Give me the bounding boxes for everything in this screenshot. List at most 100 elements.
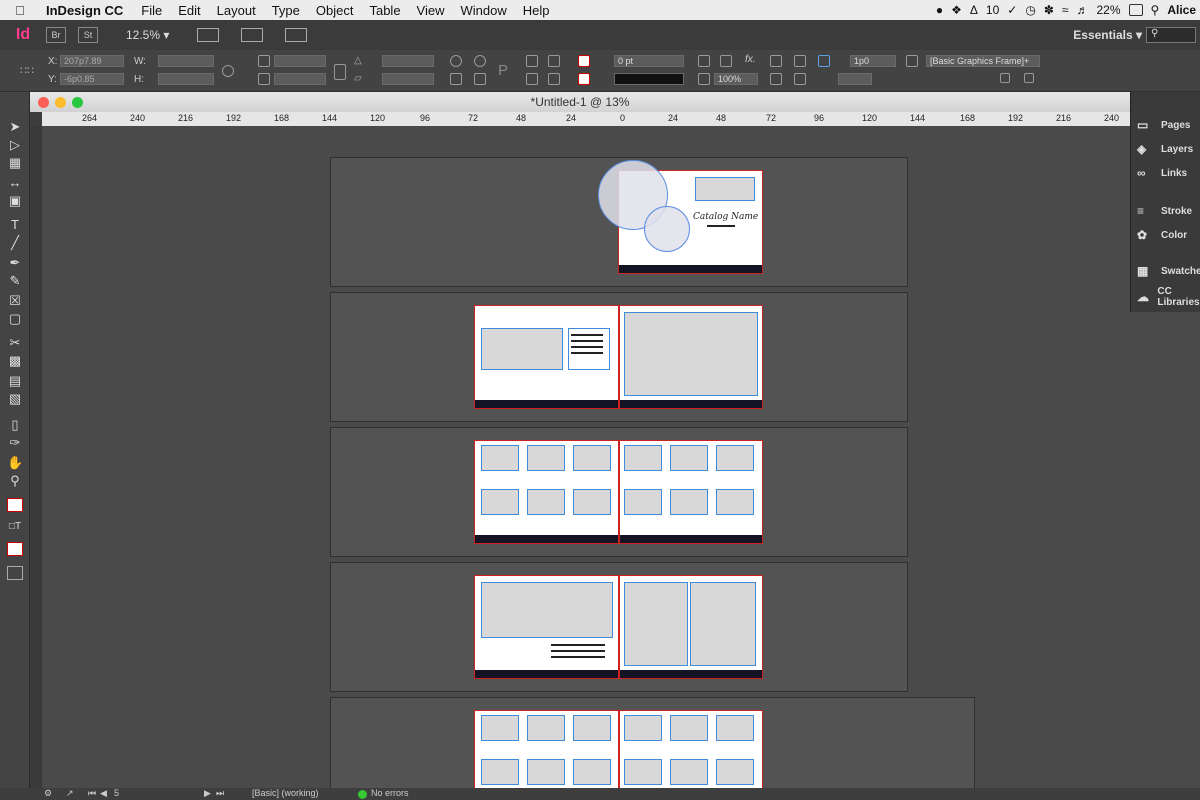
object-style-icon[interactable]: [906, 55, 918, 67]
select-next-icon[interactable]: [548, 73, 560, 85]
vertical-ruler[interactable]: [30, 126, 42, 792]
scale-x-icon[interactable]: [258, 55, 270, 67]
page-9[interactable]: [619, 710, 763, 792]
image-frame[interactable]: [481, 759, 519, 785]
menu-object[interactable]: Object: [308, 3, 362, 18]
select-container-icon[interactable]: [526, 55, 538, 67]
pen-tool-icon[interactable]: ✒: [7, 256, 23, 270]
page-7[interactable]: [619, 575, 763, 679]
time-machine-icon[interactable]: ◷: [1025, 3, 1035, 17]
rotation-icon[interactable]: △: [354, 55, 366, 67]
image-frame[interactable]: [716, 715, 754, 741]
scale-y-icon[interactable]: [258, 73, 270, 85]
rectangle-tool-icon[interactable]: ▢: [7, 312, 23, 326]
evernote-icon[interactable]: ●: [936, 3, 943, 17]
page-options-icon[interactable]: ⚙: [44, 788, 52, 799]
height-field[interactable]: [158, 73, 214, 85]
image-frame[interactable]: [481, 328, 563, 370]
page-4[interactable]: [474, 440, 619, 544]
shear-field[interactable]: [382, 73, 434, 85]
spotlight-icon[interactable]: ⚲: [1151, 3, 1160, 17]
bridge-button[interactable]: Br: [46, 27, 66, 43]
app-menu[interactable]: InDesign CC: [40, 3, 133, 18]
apply-none-icon[interactable]: [7, 542, 23, 556]
image-frame[interactable]: [690, 582, 756, 666]
previous-page-icon[interactable]: ◀: [100, 788, 107, 799]
image-frame[interactable]: [573, 715, 611, 741]
stroke-weight-field[interactable]: 0 pt: [614, 55, 684, 67]
check-icon[interactable]: ✓: [1007, 3, 1017, 17]
text-wrap-object-icon[interactable]: [770, 73, 782, 85]
line-tool-icon[interactable]: ╱: [7, 236, 23, 250]
text-wrap-box-icon[interactable]: [794, 55, 806, 67]
preflight-errors[interactable]: No errors: [371, 788, 409, 798]
corner-shape-dropdown[interactable]: [838, 73, 872, 85]
panel-stroke[interactable]: ≡ Stroke: [1137, 202, 1192, 220]
gap-tool-icon[interactable]: ↔: [7, 176, 23, 190]
constrain-scale-icon[interactable]: [334, 64, 346, 80]
image-frame[interactable]: [716, 759, 754, 785]
image-frame[interactable]: [624, 445, 662, 471]
image-frame[interactable]: [670, 489, 708, 515]
selection-tool-icon[interactable]: ➤: [7, 120, 23, 134]
formatting-affects-text-icon[interactable]: □T: [7, 520, 23, 534]
workspace-switcher[interactable]: Essentials ▾: [1073, 28, 1142, 42]
page-5[interactable]: [619, 440, 763, 544]
catalog-name-text[interactable]: Catalog Name: [693, 212, 758, 222]
image-frame[interactable]: [573, 489, 611, 515]
image-frame[interactable]: [573, 445, 611, 471]
wifi-icon[interactable]: ≈: [1062, 3, 1069, 17]
flip-p-icon[interactable]: P: [498, 62, 508, 79]
stock-button[interactable]: St: [78, 27, 98, 43]
minimize-window-button[interactable]: [55, 97, 66, 108]
image-frame[interactable]: [527, 759, 565, 785]
object-style-dropdown[interactable]: [Basic Graphics Frame]+: [926, 55, 1040, 67]
pasteboard[interactable]: Catalog Name: [42, 126, 1130, 792]
image-frame[interactable]: [695, 177, 755, 201]
opacity-icon[interactable]: [698, 73, 710, 85]
frame-fitting-icon[interactable]: [818, 55, 830, 67]
menu-file[interactable]: File: [133, 3, 170, 18]
circle-image-frame-small[interactable]: [644, 206, 690, 252]
zoom-tool-icon[interactable]: ⚲: [7, 474, 23, 488]
menu-layout[interactable]: Layout: [209, 3, 264, 18]
first-page-icon[interactable]: ⏮: [88, 788, 96, 799]
content-collector-icon[interactable]: ▣: [7, 194, 23, 208]
panel-layers[interactable]: ◈ Layers: [1137, 140, 1193, 158]
text-wrap-none-icon[interactable]: [770, 55, 782, 67]
image-frame[interactable]: [624, 715, 662, 741]
apply-style-icon[interactable]: [1000, 73, 1010, 83]
menu-help[interactable]: Help: [515, 3, 558, 18]
drop-shadow-icon[interactable]: [720, 55, 732, 67]
rotate-cw-icon[interactable]: [450, 55, 462, 67]
apple-icon[interactable]: : [0, 3, 40, 18]
image-frame[interactable]: [527, 489, 565, 515]
open-page-icon[interactable]: ↗: [66, 788, 74, 799]
constrain-proportions-icon[interactable]: [222, 65, 234, 77]
menu-type[interactable]: Type: [264, 3, 308, 18]
clear-overrides-icon[interactable]: [1024, 73, 1034, 83]
shear-icon[interactable]: ▱: [354, 73, 366, 85]
zoom-window-button[interactable]: [72, 97, 83, 108]
image-frame[interactable]: [481, 715, 519, 741]
image-frame[interactable]: [481, 489, 519, 515]
scale-y-field[interactable]: [274, 73, 326, 85]
close-window-button[interactable]: [38, 97, 49, 108]
page-6[interactable]: [474, 575, 619, 679]
pencil-tool-icon[interactable]: ✎: [7, 274, 23, 288]
horizontal-ruler[interactable]: 264 240 216 192 168 144 120 96 72 48 24 …: [42, 112, 1130, 126]
rotate-ccw-icon[interactable]: [474, 55, 486, 67]
image-frame[interactable]: [670, 445, 708, 471]
image-frame[interactable]: [481, 445, 519, 471]
page-number-field[interactable]: 5: [114, 788, 119, 798]
screen-mode-icon[interactable]: [7, 566, 23, 580]
zoom-level-dropdown[interactable]: 12.5% ▾: [126, 28, 169, 42]
image-frame[interactable]: [481, 582, 613, 638]
panel-pages[interactable]: ▭ Pages: [1137, 116, 1190, 134]
direct-selection-tool-icon[interactable]: ▷: [7, 138, 23, 152]
user-name[interactable]: Alice: [1167, 3, 1196, 17]
image-frame[interactable]: [716, 489, 754, 515]
hand-tool-icon[interactable]: ✋: [7, 456, 23, 470]
help-search-input[interactable]: ⚲: [1146, 27, 1196, 43]
corner-options-icon[interactable]: [698, 55, 710, 67]
